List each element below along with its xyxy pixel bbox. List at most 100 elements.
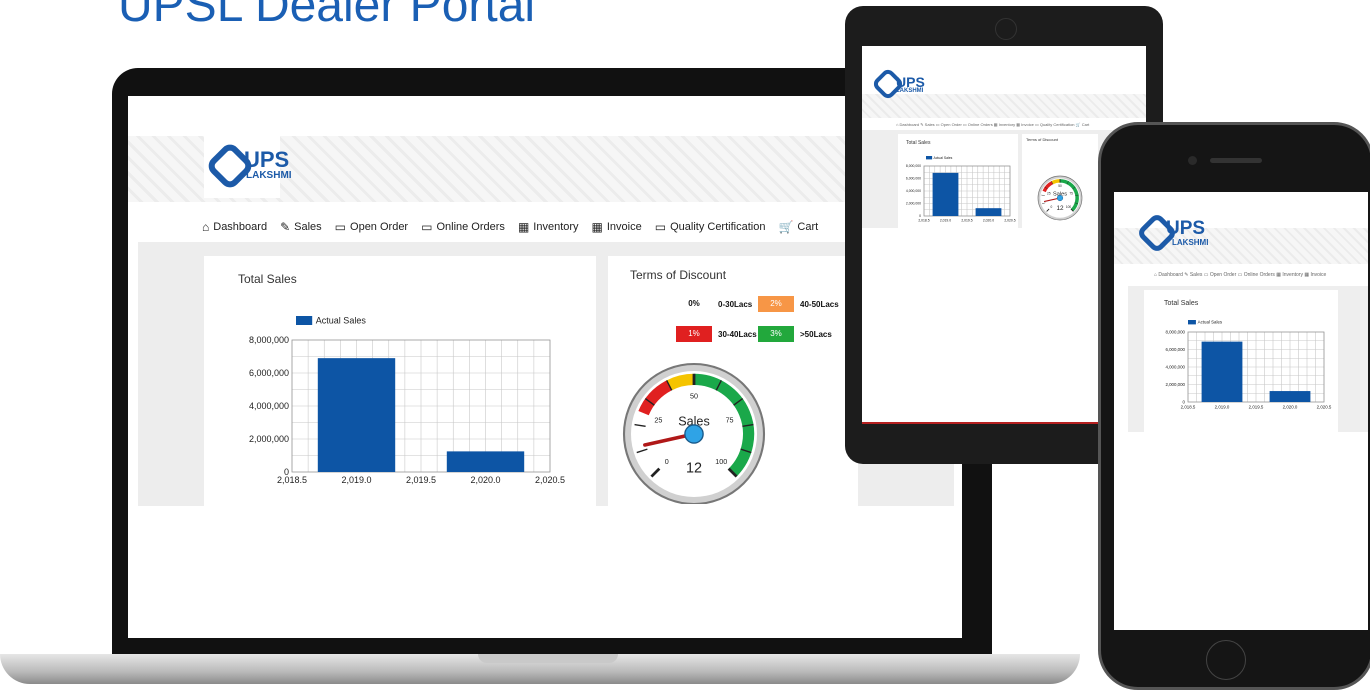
x-tick-label: 2,018.5 <box>918 218 929 222</box>
nav-label: Sales <box>294 221 322 233</box>
y-tick-label: 6,000,000 <box>906 177 921 181</box>
discount-tier: 3% >50Lacs <box>758 326 832 342</box>
x-tick-label: 2,019.0 <box>940 218 951 222</box>
phone-speaker <box>1210 158 1262 163</box>
brand-sub: LAKSHMI <box>1172 238 1209 247</box>
discount-tier: 1% 30-40Lacs <box>676 326 757 342</box>
gauge-tick-label: 75 <box>1069 192 1073 196</box>
brand-name: UPS <box>244 147 290 172</box>
total-sales-card: Total Sales 2,018.5 2,019.0 2,019.5 2,020.0… <box>1144 290 1338 432</box>
tier-range: 0-30Lacs <box>718 299 753 309</box>
phone-home-button[interactable] <box>1206 640 1246 680</box>
y-tick-label: 0 <box>284 467 289 477</box>
legend-swatch <box>926 156 933 160</box>
bar <box>1201 341 1243 402</box>
total-sales-card: Total Sales 2,018.5 2,019.0 2,019.5 2,020.0… <box>898 134 1018 228</box>
laptop-screen: UPS LAKSHMI ⌂ Dashboard ✎ Sales ▭ Open Orde… <box>128 96 962 638</box>
discount-card: Terms of Discount 0 25 50 75 100 Sales 12 <box>1022 134 1098 228</box>
site-header <box>862 94 1146 118</box>
brand-name: UPS <box>1166 218 1206 239</box>
nav-sales[interactable]: ✎ Sales <box>280 220 322 234</box>
y-tick-label: 8,000,000 <box>249 335 289 345</box>
tier-badge: 3% <box>758 326 794 342</box>
x-tick-label: 2,020.5 <box>1317 404 1332 409</box>
gauge-value: 12 <box>1056 205 1064 212</box>
monitor-icon: ▭ <box>654 220 667 234</box>
gauge-tick-label: 25 <box>654 415 662 424</box>
nav-invoice[interactable]: ▦ Invoice <box>592 220 642 234</box>
nav-open-order[interactable]: ▭ Open Order <box>335 220 408 234</box>
y-tick-label: 8,000,000 <box>906 164 921 168</box>
card-title: Terms of Discount <box>630 268 727 282</box>
phone-screen: UPS LAKSHMI ⌂ Dashboard ✎ Sales ▭ Open O… <box>1114 192 1368 630</box>
sales-gauge: 0255075100Sales12 <box>1037 175 1083 221</box>
gauge-value: 12 <box>686 461 702 477</box>
legend-swatch <box>296 316 313 325</box>
edit-icon: ✎ <box>280 220 291 234</box>
gauge-tick-label: 50 <box>690 392 698 401</box>
x-tick-label: 2,019.0 <box>341 475 371 485</box>
gauge-tick-label: 0 <box>1051 205 1053 209</box>
legend-swatch <box>1188 320 1196 325</box>
gauge-tick-label: 0 <box>665 457 669 466</box>
inbox-icon: ▭ <box>334 220 347 234</box>
gauge-hub <box>684 424 704 444</box>
x-tick-label: 2,020.0 <box>983 218 994 222</box>
x-tick-label: 2,020.0 <box>1283 404 1298 409</box>
nav-dashboard[interactable]: ⌂ Dashboard <box>202 220 267 234</box>
main-nav[interactable]: ⌂ Dashboard ✎ Sales ▭ Open Order ▭ Onlin… <box>896 122 1089 127</box>
y-tick-label: 0 <box>919 214 921 218</box>
gauge-band <box>1051 179 1061 185</box>
card-title: Terms of Discount <box>1026 137 1059 142</box>
bar <box>975 208 1002 216</box>
nav-online-orders[interactable]: ▭ Online Orders <box>421 220 505 234</box>
y-tick-label: 4,000,000 <box>249 401 289 411</box>
gauge-hub <box>1056 194 1064 202</box>
nav-quality-certification[interactable]: ▭ Quality Certification <box>655 220 766 234</box>
y-tick-label: 6,000,000 <box>249 368 289 378</box>
gauge-tick-label: 75 <box>726 415 734 424</box>
nav-cart[interactable]: 🛒 Cart <box>778 220 818 234</box>
main-nav[interactable]: ⌂ Dashboard ✎ Sales ▭ Open Order ▭ Onlin… <box>1154 272 1326 278</box>
nav-label: Inventory <box>533 221 579 233</box>
nav-label: Open Order <box>350 221 409 233</box>
gauge-tick-label: 100 <box>1066 205 1072 209</box>
y-tick-label: 4,000,000 <box>906 189 921 193</box>
laptop-notch <box>478 654 618 663</box>
x-tick-label: 2,020.5 <box>535 475 565 485</box>
tablet-camera <box>995 18 1017 40</box>
gauge-tick-label: 25 <box>1047 192 1051 196</box>
inbox-icon: ▭ <box>421 220 433 234</box>
sales-bar-chart: 2,018.5 2,019.0 2,019.5 2,020.0 2,020.502,00… <box>1165 320 1332 410</box>
x-tick-label: 2,020.5 <box>1004 218 1015 222</box>
sales-gauge: 0255075100Sales12 <box>622 362 766 504</box>
legend-label: Actual Sales <box>1198 320 1223 325</box>
bar <box>932 172 959 216</box>
brand-sub: LAKSHMI <box>246 170 292 181</box>
y-tick-label: 8,000,000 <box>1165 329 1185 334</box>
nav-label: Quality Certification <box>670 221 766 233</box>
y-tick-label: 2,000,000 <box>1165 382 1185 387</box>
nav-label: Online Orders <box>436 221 505 233</box>
x-tick-label: 2,019.5 <box>406 475 436 485</box>
tier-range: 30-40Lacs <box>718 329 757 339</box>
x-tick-label: 2,019.5 <box>1249 404 1264 409</box>
main-nav: ⌂ Dashboard ✎ Sales ▭ Open Order ▭ Online Or… <box>202 220 818 234</box>
tier-badge: 0% <box>688 299 700 308</box>
gauge-tick-label: 100 <box>715 457 727 466</box>
nav-label: Cart <box>797 221 819 233</box>
total-sales-card: Total Sales 2,018.5 2,019.0 2,019.5 2,020.0… <box>204 256 596 506</box>
bar <box>1269 391 1311 402</box>
bar <box>446 451 525 472</box>
y-tick-label: 4,000,000 <box>1165 364 1185 369</box>
nav-inventory[interactable]: ▦ Inventory <box>518 220 579 234</box>
gauge-band <box>666 373 695 391</box>
cart-icon: 🛒 <box>778 220 794 234</box>
page-title: UPSL Dealer Portal <box>118 0 536 32</box>
gauge-tick-label: 50 <box>1058 184 1062 188</box>
y-tick-label: 2,000,000 <box>906 202 921 206</box>
bar <box>317 358 396 472</box>
tier-range: 40-50Lacs <box>800 299 839 309</box>
tier-badge: 1% <box>676 326 712 342</box>
x-tick-label: 2,019.0 <box>1215 404 1230 409</box>
